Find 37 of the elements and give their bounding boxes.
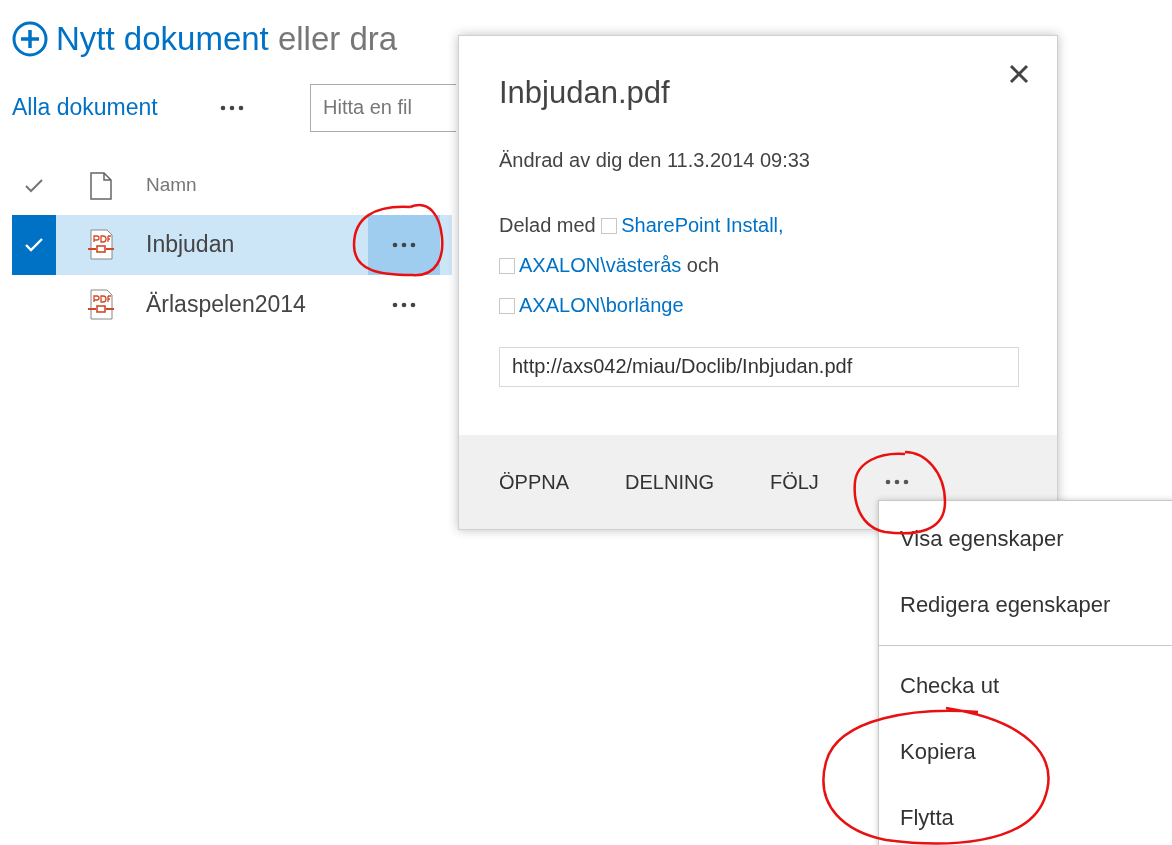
ellipsis-icon [392, 301, 416, 308]
column-header[interactable]: Namn [146, 171, 197, 200]
ellipsis-icon [220, 104, 244, 111]
checkmark-icon[interactable] [25, 178, 43, 193]
callout-title: Inbjudan.pdf [499, 74, 671, 112]
modified-text: Ändrad av dig den 11.3.2014 09:33 [499, 147, 811, 173]
action-button[interactable]: DELNING [625, 467, 714, 497]
action-button[interactable]: FÖLJ [769, 467, 819, 497]
action-button[interactable]: ÖPPNA [499, 467, 570, 497]
search-field[interactable]: Hitta en fil [310, 83, 456, 132]
close-button[interactable] [1007, 62, 1031, 86]
document-icon [90, 171, 112, 200]
new-document-link[interactable]: Nytt dokument [56, 20, 269, 57]
square-icon [601, 217, 618, 234]
menu-item[interactable]: Kopiera [879, 718, 1172, 784]
ellipsis-icon [392, 241, 416, 248]
square-icon [499, 297, 515, 314]
menu-item[interactable]: Flytta [879, 784, 1172, 845]
table-row[interactable]: Inbjudan [12, 214, 452, 275]
drag-hint-text: eller dra [276, 20, 398, 57]
user-link[interactable]: AXALON\västerås [519, 253, 682, 276]
item-menu-button[interactable] [368, 214, 440, 275]
url-field[interactable]: http://axs042/miau/Doclib/Inbjudan.pdf [499, 346, 1019, 387]
shared-with-text: Delad med SharePoint Install, AXALON\västerås och AXALON\borlänge [499, 212, 785, 318]
pdf-file-icon [86, 228, 116, 261]
menu-item[interactable]: Redigera egenskaper [879, 571, 1172, 637]
close-icon [1009, 64, 1029, 84]
view-link[interactable]: Alla dokument [12, 90, 220, 125]
user-link[interactable]: AXALON\borlänge [519, 293, 684, 316]
add-circle-icon[interactable] [12, 20, 48, 57]
menu-item[interactable]: Checka ut [879, 652, 1172, 718]
ellipsis-icon [884, 479, 909, 485]
pdf-file-icon [86, 288, 116, 321]
user-link[interactable]: SharePoint Install, [621, 213, 784, 236]
file-name[interactable]: Inbjudan [146, 227, 368, 262]
file-name[interactable]: Ärlaspelen2014 [146, 287, 368, 322]
square-icon [499, 257, 515, 274]
